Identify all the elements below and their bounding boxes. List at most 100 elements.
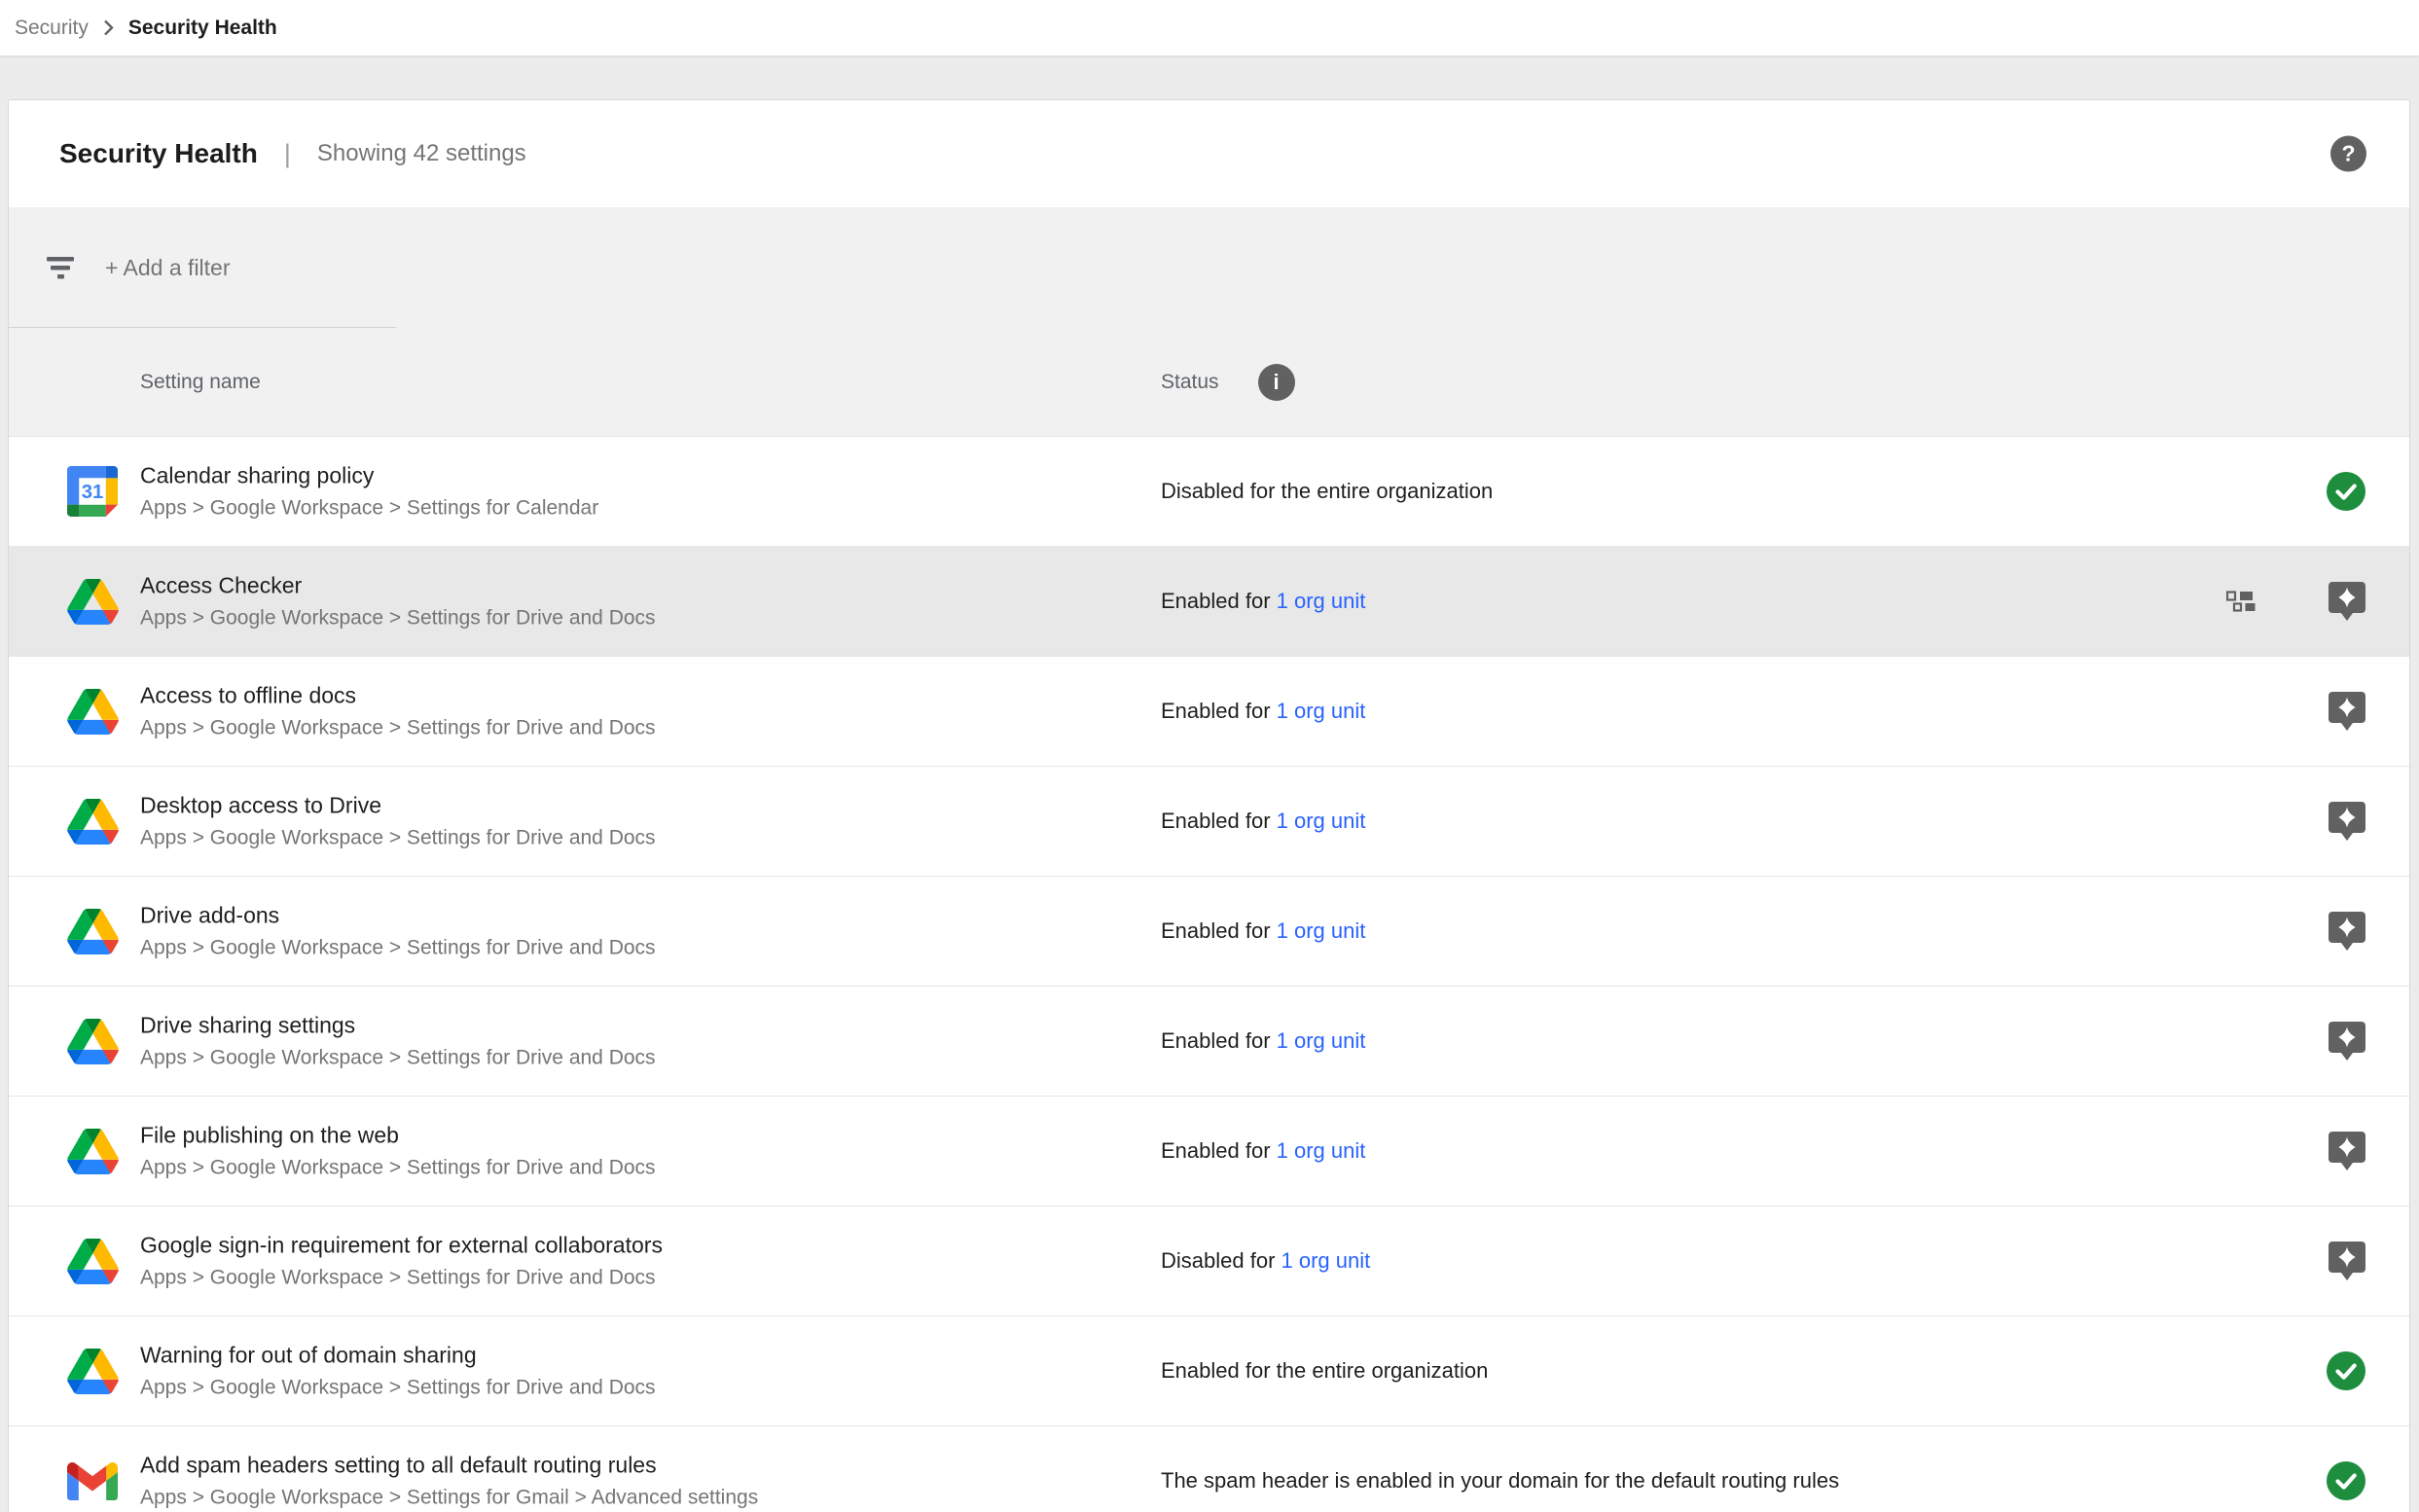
breadcrumb: Security Security Health bbox=[0, 0, 2419, 55]
card-header: Security Health | Showing 42 settings ? bbox=[9, 100, 2409, 207]
column-status: Status i bbox=[1161, 364, 1295, 401]
recommendation-badge-icon[interactable] bbox=[2328, 1131, 2366, 1171]
org-structure-icon bbox=[2226, 591, 2261, 612]
setting-path: Apps > Google Workspace > Settings for D… bbox=[140, 827, 1113, 850]
recommendation-badge-icon[interactable] bbox=[2328, 691, 2366, 732]
column-setting-name: Setting name bbox=[140, 371, 261, 394]
security-health-card: Security Health | Showing 42 settings ? … bbox=[8, 99, 2410, 1512]
status-cell: Enabled for 1 org unit bbox=[1161, 589, 1365, 614]
drive-icon bbox=[65, 904, 120, 958]
breadcrumb-parent-link[interactable]: Security bbox=[15, 17, 89, 40]
setting-path: Apps > Google Workspace > Settings for D… bbox=[140, 717, 1113, 740]
table-row[interactable]: Access Checker Apps > Google Workspace >… bbox=[9, 546, 2409, 656]
status-ok-icon bbox=[2326, 1460, 2366, 1501]
gmail-icon bbox=[65, 1454, 120, 1508]
title-separator: | bbox=[284, 139, 291, 169]
org-unit-link[interactable]: 1 org unit bbox=[1282, 1248, 1371, 1273]
setting-path: Apps > Google Workspace > Settings for D… bbox=[140, 607, 1113, 630]
setting-path: Apps > Google Workspace > Settings for C… bbox=[140, 497, 1113, 521]
recommendation-badge-icon[interactable] bbox=[2328, 801, 2366, 842]
status-text: Enabled for bbox=[1161, 1028, 1277, 1053]
setting-name: Google sign-in requirement for external … bbox=[140, 1233, 1113, 1259]
svg-text:31: 31 bbox=[82, 482, 104, 503]
help-icon[interactable]: ? bbox=[2330, 136, 2366, 172]
status-cell: Enabled for 1 org unit bbox=[1161, 1028, 1365, 1054]
table-row[interactable]: Add spam headers setting to all default … bbox=[9, 1425, 2409, 1512]
status-text: Enabled for the entire organization bbox=[1161, 1358, 1488, 1383]
status-text: Enabled for bbox=[1161, 699, 1277, 723]
setting-name: Access to offline docs bbox=[140, 683, 1113, 709]
table-row[interactable]: File publishing on the web Apps > Google… bbox=[9, 1096, 2409, 1206]
status-cell: Enabled for 1 org unit bbox=[1161, 1138, 1365, 1164]
status-cell: Enabled for the entire organization bbox=[1161, 1358, 1488, 1384]
setting-name: Add spam headers setting to all default … bbox=[140, 1453, 1113, 1479]
settings-count: Showing 42 settings bbox=[317, 140, 526, 167]
setting-name-cell: Calendar sharing policy Apps > Google Wo… bbox=[140, 463, 1113, 521]
status-ok-icon bbox=[2326, 1350, 2366, 1391]
table-row[interactable]: Google sign-in requirement for external … bbox=[9, 1206, 2409, 1315]
status-cell: Enabled for 1 org unit bbox=[1161, 809, 1365, 834]
status-cell: The spam header is enabled in your domai… bbox=[1161, 1468, 1839, 1494]
table-row[interactable]: Drive sharing settings Apps > Google Wor… bbox=[9, 986, 2409, 1096]
recommendation-badge-icon[interactable] bbox=[2328, 581, 2366, 622]
setting-name-cell: Drive sharing settings Apps > Google Wor… bbox=[140, 1013, 1113, 1070]
table-header: Setting name Status i bbox=[9, 328, 2409, 436]
setting-name-cell: Add spam headers setting to all default … bbox=[140, 1453, 1113, 1510]
drive-icon bbox=[65, 1234, 120, 1288]
org-unit-link[interactable]: 1 org unit bbox=[1277, 1138, 1366, 1163]
status-cell: Disabled for 1 org unit bbox=[1161, 1248, 1370, 1274]
status-ok-icon bbox=[2326, 471, 2366, 512]
org-unit-link[interactable]: 1 org unit bbox=[1277, 699, 1366, 723]
status-text: Enabled for bbox=[1161, 589, 1277, 613]
drive-icon bbox=[65, 684, 120, 738]
org-unit-link[interactable]: 1 org unit bbox=[1277, 809, 1366, 833]
table-row[interactable]: 31 Calendar sharing policy Apps > Google… bbox=[9, 436, 2409, 546]
status-info-icon[interactable]: i bbox=[1258, 364, 1295, 401]
status-text: Disabled for the entire organization bbox=[1161, 479, 1493, 503]
recommendation-badge-icon[interactable] bbox=[2328, 1021, 2366, 1062]
breadcrumb-current: Security Health bbox=[128, 17, 277, 40]
setting-name-cell: File publishing on the web Apps > Google… bbox=[140, 1123, 1113, 1180]
drive-icon bbox=[65, 1344, 120, 1398]
filter-bar: + Add a filter bbox=[9, 207, 2409, 328]
org-unit-link[interactable]: 1 org unit bbox=[1277, 1028, 1366, 1053]
org-unit-link[interactable]: 1 org unit bbox=[1277, 589, 1366, 613]
recommendation-badge-icon[interactable] bbox=[2328, 911, 2366, 952]
drive-icon bbox=[65, 574, 120, 629]
recommendation-badge-icon[interactable] bbox=[2328, 1241, 2366, 1281]
table-row[interactable]: Warning for out of domain sharing Apps >… bbox=[9, 1315, 2409, 1425]
chevron-right-icon bbox=[102, 18, 115, 37]
org-unit-link[interactable]: 1 org unit bbox=[1277, 918, 1366, 943]
setting-name-cell: Drive add-ons Apps > Google Workspace > … bbox=[140, 903, 1113, 960]
table-row[interactable]: Drive add-ons Apps > Google Workspace > … bbox=[9, 876, 2409, 986]
table-row[interactable]: Access to offline docs Apps > Google Wor… bbox=[9, 656, 2409, 766]
help-glyph: ? bbox=[2341, 141, 2355, 167]
status-cell: Enabled for 1 org unit bbox=[1161, 918, 1365, 944]
add-filter-button[interactable]: + Add a filter bbox=[105, 255, 231, 281]
filter-icon[interactable] bbox=[47, 257, 76, 279]
setting-name: Warning for out of domain sharing bbox=[140, 1343, 1113, 1369]
setting-name: Access Checker bbox=[140, 573, 1113, 599]
table-row[interactable]: Desktop access to Drive Apps > Google Wo… bbox=[9, 766, 2409, 876]
status-cell: Disabled for the entire organization bbox=[1161, 479, 1493, 504]
drive-icon bbox=[65, 794, 120, 848]
info-glyph: i bbox=[1273, 370, 1279, 395]
setting-name-cell: Desktop access to Drive Apps > Google Wo… bbox=[140, 793, 1113, 850]
setting-name: Drive sharing settings bbox=[140, 1013, 1113, 1039]
setting-name-cell: Warning for out of domain sharing Apps >… bbox=[140, 1343, 1113, 1400]
setting-name-cell: Access Checker Apps > Google Workspace >… bbox=[140, 573, 1113, 630]
setting-path: Apps > Google Workspace > Settings for G… bbox=[140, 1487, 1113, 1510]
setting-path: Apps > Google Workspace > Settings for D… bbox=[140, 937, 1113, 960]
setting-path: Apps > Google Workspace > Settings for D… bbox=[140, 1047, 1113, 1070]
drive-icon bbox=[65, 1014, 120, 1068]
status-text: The spam header is enabled in your domai… bbox=[1161, 1468, 1839, 1493]
status-text: Disabled for bbox=[1161, 1248, 1282, 1273]
setting-path: Apps > Google Workspace > Settings for D… bbox=[140, 1157, 1113, 1180]
setting-name-cell: Google sign-in requirement for external … bbox=[140, 1233, 1113, 1290]
column-status-label: Status bbox=[1161, 371, 1219, 394]
setting-name: Calendar sharing policy bbox=[140, 463, 1113, 489]
setting-name-cell: Access to offline docs Apps > Google Wor… bbox=[140, 683, 1113, 740]
calendar-icon: 31 bbox=[65, 464, 120, 519]
status-cell: Enabled for 1 org unit bbox=[1161, 699, 1365, 724]
setting-name: File publishing on the web bbox=[140, 1123, 1113, 1149]
